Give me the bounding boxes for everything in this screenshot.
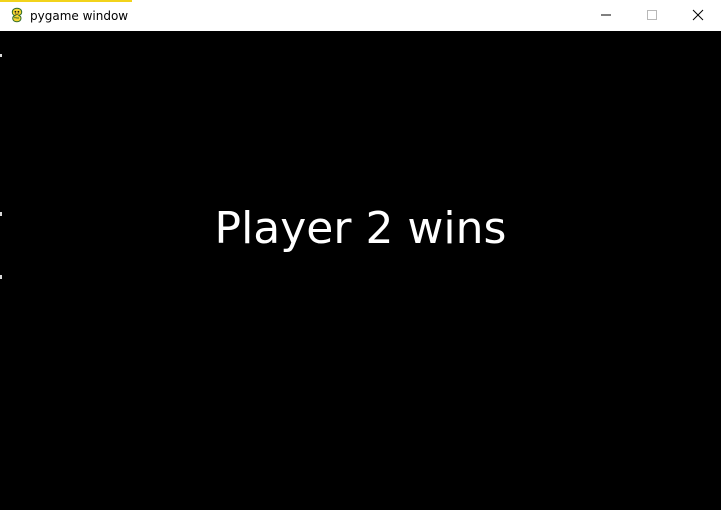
- left-edge-mark: [0, 275, 2, 279]
- title-bar[interactable]: pygame window: [0, 0, 721, 31]
- minimize-button[interactable]: [583, 0, 629, 30]
- game-canvas[interactable]: Player 2 wins: [0, 31, 721, 510]
- minimize-icon: [601, 14, 611, 16]
- left-edge-mark: [0, 54, 2, 57]
- close-button[interactable]: [675, 0, 721, 30]
- winner-message: Player 2 wins: [214, 203, 507, 254]
- title-bar-accent: [0, 0, 132, 2]
- pygame-snake-icon: [11, 7, 23, 23]
- maximize-icon: [647, 10, 657, 20]
- close-icon: [692, 9, 704, 21]
- pygame-window: pygame window Player 2 wins: [0, 0, 721, 510]
- window-title: pygame window: [30, 9, 129, 23]
- maximize-button[interactable]: [629, 0, 675, 30]
